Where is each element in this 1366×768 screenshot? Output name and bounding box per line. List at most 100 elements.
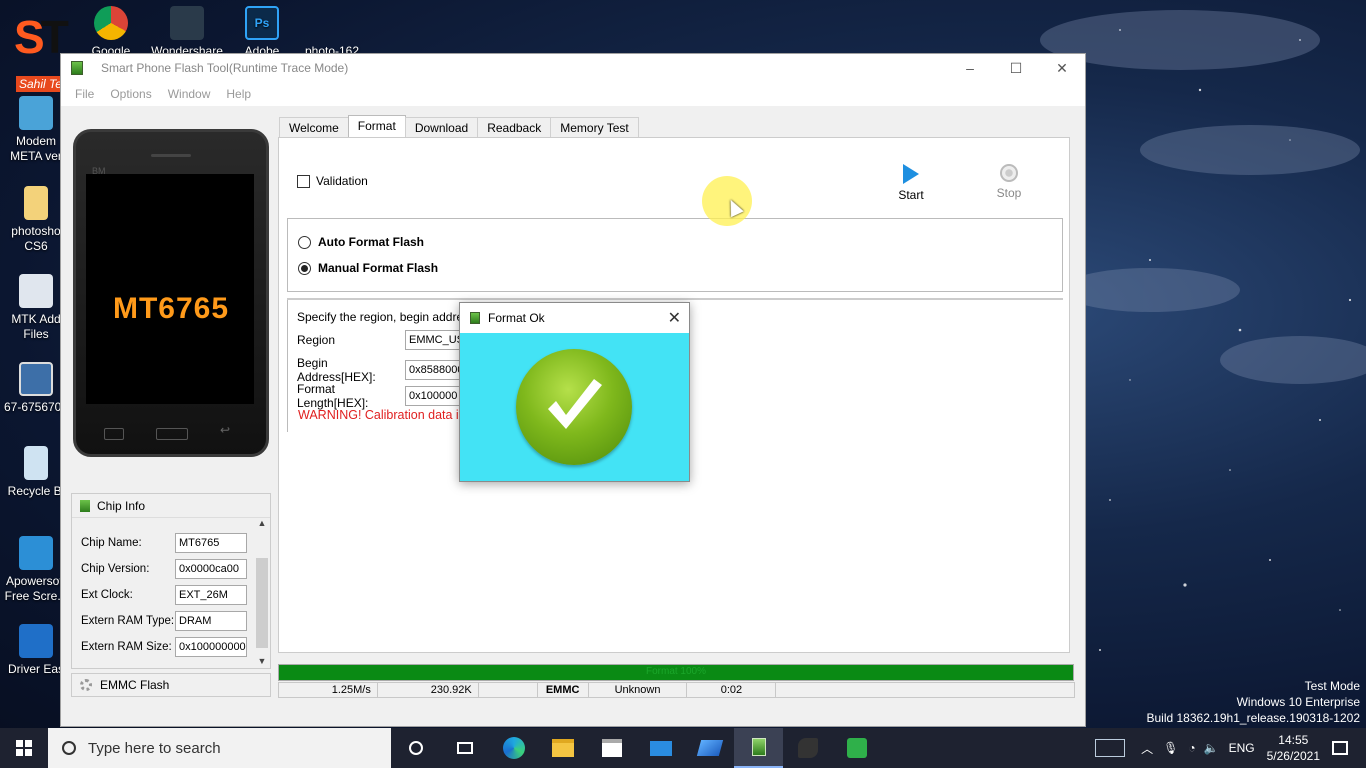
chip-name-value[interactable]: MT6765 bbox=[175, 533, 247, 553]
chip-info-title: Chip Info bbox=[97, 498, 146, 513]
menu-window[interactable]: Window bbox=[168, 87, 211, 101]
store-icon[interactable] bbox=[587, 728, 636, 768]
modem-meta-icon bbox=[19, 96, 53, 130]
photoshop-icon: Ps bbox=[245, 6, 279, 40]
title-bar[interactable]: Smart Phone Flash Tool(Runtime Trace Mod… bbox=[61, 54, 1085, 82]
wondershare-icon bbox=[170, 6, 204, 40]
status-speed: 1.25M/s bbox=[278, 682, 378, 698]
tab-bar: Welcome Format Download Readback Memory … bbox=[279, 115, 639, 138]
flash-tool-icon[interactable] bbox=[734, 728, 783, 768]
phone-speaker bbox=[151, 154, 191, 157]
taskbar-search[interactable]: Type here to search bbox=[48, 728, 391, 768]
scroll-up-icon[interactable]: ▲ bbox=[254, 518, 270, 528]
chip-info-row: Chip Name: MT6765 bbox=[81, 532, 247, 554]
keyboard-icon[interactable] bbox=[1095, 739, 1126, 757]
ext-clock-value[interactable]: EXT_26M bbox=[175, 585, 247, 605]
start-button[interactable]: Start bbox=[881, 162, 941, 202]
status-size: 230.92K bbox=[376, 682, 479, 698]
file-explorer-icon[interactable] bbox=[538, 728, 587, 768]
start-button[interactable] bbox=[0, 728, 48, 768]
stop-button[interactable]: Stop bbox=[979, 162, 1039, 200]
radio-button-selected[interactable] bbox=[298, 261, 311, 275]
calibration-warning: WARNING! Calibration data i bbox=[298, 408, 459, 422]
manual-format-radio[interactable]: Manual Format Flash bbox=[298, 261, 438, 275]
chip-version-label: Chip Version: bbox=[81, 563, 150, 575]
dialog-close-button[interactable]: ✕ bbox=[668, 308, 681, 328]
status-bar: 1.25M/s 230.92K EMMC Unknown 0:02 bbox=[278, 682, 1075, 698]
test-mode-notice: Test Mode Windows 10 Enterprise Build 18… bbox=[1146, 678, 1360, 726]
microphone-icon[interactable]: 🎙 bbox=[1163, 741, 1178, 755]
menu-options[interactable]: Options bbox=[110, 87, 151, 101]
test-mode-line: Windows 10 Enterprise bbox=[1236, 695, 1360, 709]
emmc-flash-label: EMMC Flash bbox=[100, 678, 170, 692]
chip-info-row: Extern RAM Size: 0x100000000 bbox=[81, 636, 247, 658]
maximize-button[interactable]: ☐ bbox=[993, 54, 1039, 82]
task-view-icon[interactable] bbox=[391, 728, 440, 768]
ram-size-value[interactable]: 0x100000000 bbox=[175, 637, 247, 657]
notifications-icon[interactable] bbox=[1332, 741, 1348, 755]
chip-info-row: Ext Clock: EXT_26M bbox=[81, 584, 247, 606]
desktop-icon-wondershare[interactable]: Wondershare bbox=[151, 6, 223, 59]
green-app-icon[interactable] bbox=[832, 728, 881, 768]
chip-name-label: Chip Name: bbox=[81, 537, 142, 549]
desktop-icon-adobe[interactable]: Ps Adobe bbox=[226, 6, 298, 59]
tab-welcome[interactable]: Welcome bbox=[279, 117, 349, 138]
clock[interactable]: 14:55 5/26/2021 bbox=[1267, 732, 1320, 764]
specify-text: Specify the region, begin address bbox=[297, 310, 476, 324]
ext-clock-label: Ext Clock: bbox=[81, 589, 133, 601]
image-file-icon bbox=[315, 6, 349, 40]
menu-bar: File Options Window Help bbox=[61, 82, 1085, 106]
tab-readback[interactable]: Readback bbox=[477, 117, 552, 138]
chip-info-scrollbar[interactable]: ▲ ▼ bbox=[254, 518, 270, 668]
emmc-flash-tab[interactable]: EMMC Flash bbox=[71, 673, 271, 697]
format-length-label: Format Length[HEX]: bbox=[297, 382, 369, 410]
menu-file[interactable]: File bbox=[75, 87, 94, 101]
tab-download[interactable]: Download bbox=[404, 117, 479, 138]
language-indicator[interactable]: ENG bbox=[1229, 741, 1255, 755]
chip-info-header[interactable]: Chip Info bbox=[72, 494, 270, 518]
windows-logo-icon bbox=[16, 740, 32, 756]
checkbox-box[interactable] bbox=[297, 174, 310, 188]
tab-memory-test[interactable]: Memory Test bbox=[550, 117, 639, 138]
dialog-title: Format Ok bbox=[488, 311, 545, 325]
network-icon[interactable]: ◔ bbox=[1188, 741, 1195, 755]
mail-icon[interactable] bbox=[636, 728, 685, 768]
window-title: Smart Phone Flash Tool(Runtime Trace Mod… bbox=[101, 61, 349, 75]
format-ok-dialog: Format Ok ✕ bbox=[459, 302, 690, 482]
dragon-icon[interactable] bbox=[783, 728, 832, 768]
ram-type-label: Extern RAM Type: bbox=[81, 615, 175, 627]
format-mode-group: Auto Format Flash Manual Format Flash bbox=[287, 218, 1063, 292]
status-port: Unknown bbox=[587, 682, 688, 698]
desktop-icon-photo[interactable]: photo-162 bbox=[296, 6, 368, 59]
stop-label: Stop bbox=[996, 186, 1022, 200]
bluestacks-icon[interactable] bbox=[685, 728, 734, 768]
app-icon bbox=[71, 61, 83, 75]
back-key-icon: ↩ bbox=[220, 423, 231, 437]
ram-type-value[interactable]: DRAM bbox=[175, 611, 247, 631]
close-button[interactable]: ✕ bbox=[1039, 54, 1085, 82]
radio-button[interactable] bbox=[298, 235, 311, 249]
volume-icon[interactable]: 🔈 bbox=[1204, 741, 1219, 755]
chip-version-value[interactable]: 0x0000ca00 bbox=[175, 559, 247, 579]
taskbar: Type here to search ︿ 🎙 ◔ 🔈 ENG 14:55 5/… bbox=[0, 728, 1366, 768]
driver-easy-icon bbox=[19, 624, 53, 658]
chevron-up-icon[interactable]: ︿ bbox=[1141, 740, 1153, 757]
clock-date: 5/26/2021 bbox=[1266, 749, 1320, 763]
chip-info-row: Chip Version: 0x0000ca00 bbox=[81, 558, 247, 580]
menu-help[interactable]: Help bbox=[226, 87, 251, 101]
timeline-icon[interactable] bbox=[440, 728, 489, 768]
check-mark-icon bbox=[516, 349, 632, 465]
scroll-thumb[interactable] bbox=[256, 558, 268, 648]
minimize-button[interactable]: – bbox=[947, 54, 993, 82]
auto-format-label: Auto Format Flash bbox=[318, 235, 425, 249]
scroll-down-icon[interactable]: ▼ bbox=[254, 656, 270, 666]
tab-format[interactable]: Format bbox=[347, 115, 406, 138]
dialog-title-bar[interactable]: Format Ok bbox=[460, 303, 689, 333]
auto-format-radio[interactable]: Auto Format Flash bbox=[298, 235, 424, 249]
chip-info-row: Extern RAM Type: DRAM bbox=[81, 610, 247, 632]
edge-icon[interactable] bbox=[489, 728, 538, 768]
menu-key-icon bbox=[104, 428, 124, 440]
validation-checkbox[interactable]: Validation bbox=[297, 174, 368, 188]
chip-info-panel: Chip Info Chip Name: MT6765 Chip Version… bbox=[71, 493, 271, 669]
status-time: 0:02 bbox=[686, 682, 777, 698]
